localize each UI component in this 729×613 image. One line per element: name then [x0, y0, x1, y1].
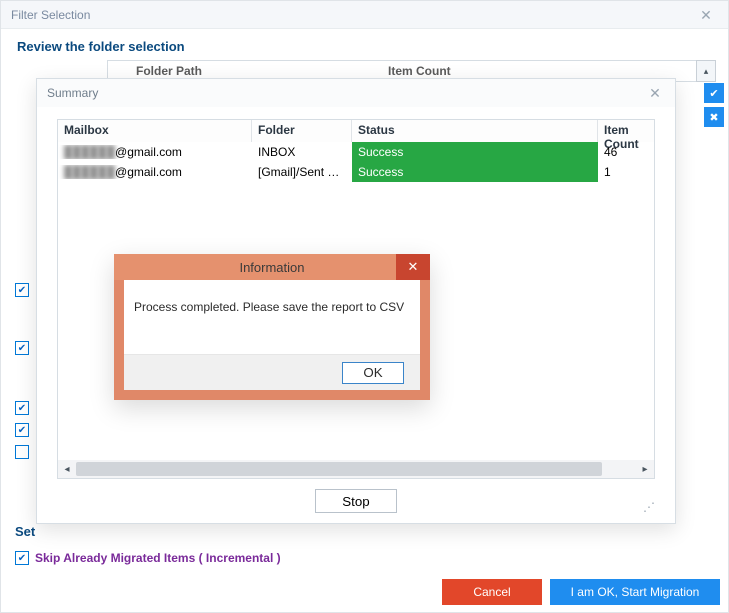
skip-migrated-row: Skip Already Migrated Items ( Incrementa… — [15, 551, 281, 565]
scroll-thumb[interactable] — [76, 462, 602, 476]
close-icon[interactable]: ✕ — [396, 254, 430, 280]
col-item-count: Item Count — [598, 120, 654, 142]
cancel-button[interactable]: Cancel — [442, 579, 542, 605]
close-icon[interactable]: ✕ — [645, 83, 665, 103]
ok-button[interactable]: OK — [342, 362, 404, 384]
information-footer: OK — [124, 354, 420, 390]
summary-titlebar: Summary ✕ — [37, 79, 675, 107]
information-message: Process completed. Please save the repor… — [124, 280, 420, 314]
cell-folder: INBOX — [252, 145, 352, 159]
col-mailbox: Mailbox — [58, 120, 252, 142]
close-icon[interactable]: ✕ — [694, 5, 718, 25]
information-dialog: Information ✕ Process completed. Please … — [114, 254, 430, 400]
skip-migrated-label: Skip Already Migrated Items ( Incrementa… — [35, 551, 281, 565]
cell-folder: [Gmail]/Sent Mail — [252, 165, 352, 179]
scroll-up-button[interactable]: ▴ — [696, 60, 716, 82]
bottom-bar: Cancel I am OK, Start Migration — [1, 572, 728, 612]
deselect-all-button[interactable]: ✖ — [704, 107, 724, 127]
mailbox-domain: @gmail.com — [115, 145, 182, 159]
cell-status: Success — [352, 162, 598, 182]
col-status: Status — [352, 120, 598, 142]
filter-checkbox[interactable] — [15, 283, 29, 297]
col-folder: Folder — [252, 120, 352, 142]
cell-mailbox: ██████@gmail.com — [58, 145, 252, 159]
filter-selection-titlebar: Filter Selection ✕ — [1, 1, 728, 29]
cell-item-count: 46 — [598, 145, 654, 159]
status-badge: Success — [352, 162, 598, 182]
information-title: Information — [239, 260, 304, 275]
mailbox-domain: @gmail.com — [115, 165, 182, 179]
cell-status: Success — [352, 142, 598, 162]
col-folder-path: Folder Path — [108, 64, 388, 78]
filter-checkbox[interactable] — [15, 445, 29, 459]
filter-checkbox-stack — [15, 283, 29, 503]
filter-checkbox[interactable] — [15, 341, 29, 355]
start-migration-button[interactable]: I am OK, Start Migration — [550, 579, 720, 605]
status-badge: Success — [352, 142, 598, 162]
table-row[interactable]: ██████@gmail.com INBOX Success 46 — [58, 142, 654, 162]
scroll-left-button[interactable]: ◂ — [58, 460, 76, 478]
mailbox-redacted: ██████ — [64, 145, 115, 159]
select-all-button[interactable]: ✔ — [704, 83, 724, 103]
filter-checkbox[interactable] — [15, 401, 29, 415]
settings-label: Set — [15, 524, 35, 539]
mailbox-redacted: ██████ — [64, 165, 115, 179]
summary-title: Summary — [47, 86, 98, 100]
select-tools: ✔ ✖ — [704, 83, 724, 131]
scroll-track[interactable] — [76, 460, 636, 478]
review-heading: Review the folder selection — [17, 39, 716, 54]
stop-button[interactable]: Stop — [315, 489, 396, 513]
horizontal-scrollbar[interactable]: ◂ ▸ — [58, 460, 654, 478]
scroll-right-button[interactable]: ▸ — [636, 460, 654, 478]
table-row[interactable]: ██████@gmail.com [Gmail]/Sent Mail Succe… — [58, 162, 654, 182]
summary-grid-header: Mailbox Folder Status Item Count — [58, 120, 654, 142]
col-item-count: Item Count — [388, 64, 715, 78]
information-titlebar: Information ✕ — [114, 254, 430, 280]
resize-grip-icon: ⋰ — [641, 501, 655, 515]
filter-selection-title: Filter Selection — [11, 1, 90, 29]
skip-migrated-checkbox[interactable] — [15, 551, 29, 565]
cell-mailbox: ██████@gmail.com — [58, 165, 252, 179]
cell-item-count: 1 — [598, 165, 654, 179]
filter-checkbox[interactable] — [15, 423, 29, 437]
